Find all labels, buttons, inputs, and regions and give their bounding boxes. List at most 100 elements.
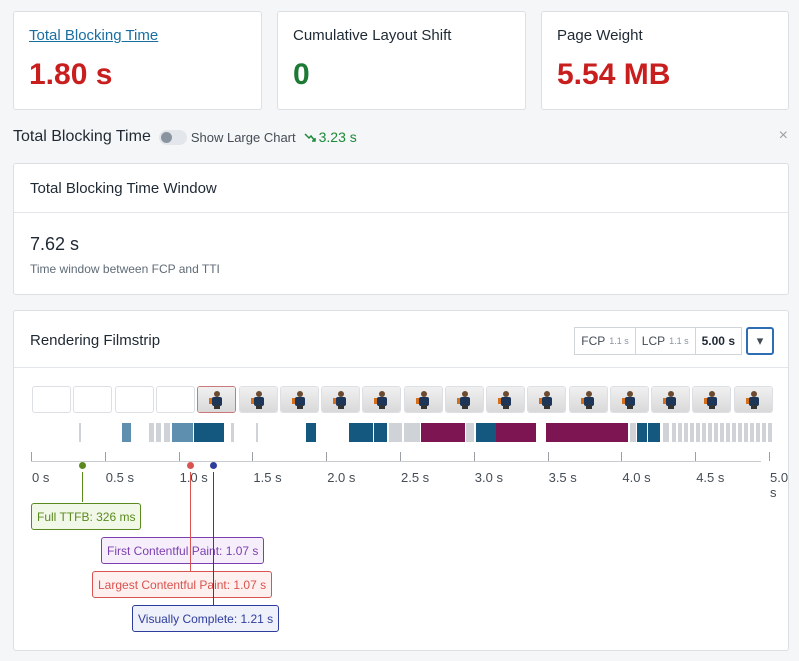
marker-line bbox=[190, 472, 191, 573]
window-value: 7.62 s bbox=[30, 234, 80, 254]
filmstrip-frame[interactable] bbox=[486, 386, 525, 413]
filmstrip-frame[interactable] bbox=[362, 386, 401, 413]
filmstrip-frame[interactable] bbox=[156, 386, 195, 413]
metric-title-link[interactable]: Total Blocking Time bbox=[29, 27, 158, 44]
activity-bar bbox=[476, 423, 496, 442]
card-title: Rendering Filmstrip bbox=[30, 332, 161, 349]
tbt-window-card: Total Blocking Time Window 7.62 s Time w… bbox=[13, 163, 789, 295]
axis-label: 4.0 s bbox=[622, 470, 651, 485]
axis-label: 5.0 s bbox=[770, 470, 789, 500]
fcp-value: 1.1 s bbox=[609, 336, 629, 346]
activity-bar bbox=[732, 423, 736, 442]
timing-marker-label: Full TTFB: 326 ms bbox=[31, 503, 142, 530]
trend-indicator: 3.23 s bbox=[304, 129, 357, 145]
fcp-button[interactable]: FCP 1.1 s bbox=[574, 327, 636, 355]
activity-bar bbox=[496, 423, 536, 442]
activity-bar bbox=[172, 423, 193, 442]
axis-tick bbox=[547, 452, 549, 461]
lcp-button[interactable]: LCP 1.1 s bbox=[635, 327, 696, 355]
person-icon bbox=[622, 391, 636, 409]
filmstrip-frame[interactable] bbox=[280, 386, 319, 413]
person-icon bbox=[663, 391, 677, 409]
activity-bar bbox=[466, 423, 474, 442]
activity-bar bbox=[696, 423, 700, 442]
large-chart-toggle[interactable] bbox=[158, 129, 187, 145]
activity-bar bbox=[684, 423, 688, 442]
activity-bar bbox=[750, 423, 754, 442]
marker-dot bbox=[187, 462, 194, 469]
activity-bar bbox=[164, 423, 170, 442]
person-icon bbox=[292, 391, 306, 409]
activity-bar bbox=[768, 423, 772, 442]
metric-card-page-weight: Page Weight 5.54 MB bbox=[541, 11, 789, 110]
metric-title: Page Weight bbox=[557, 27, 643, 44]
filmstrip-frame[interactable] bbox=[527, 386, 566, 413]
activity-bar bbox=[156, 423, 161, 442]
chevron-down-icon[interactable]: ▾ bbox=[746, 327, 774, 355]
filmstrip-frame[interactable] bbox=[239, 386, 278, 413]
metric-value: 0 bbox=[293, 58, 310, 91]
activity-bar bbox=[546, 423, 628, 442]
activity-bar bbox=[404, 423, 420, 442]
person-icon bbox=[416, 391, 430, 409]
activity-bar bbox=[762, 423, 766, 442]
activity-bar bbox=[702, 423, 706, 442]
filmstrip-frame[interactable] bbox=[32, 386, 71, 413]
activity-bar bbox=[349, 423, 373, 442]
person-icon bbox=[333, 391, 347, 409]
activity-bar bbox=[648, 423, 660, 442]
filmstrip-frame[interactable] bbox=[651, 386, 690, 413]
timing-marker-label: First Contentful Paint: 1.07 s bbox=[101, 537, 265, 564]
marker-line bbox=[82, 472, 83, 502]
person-icon bbox=[251, 391, 265, 409]
filmstrip-card: Rendering Filmstrip FCP 1.1 s LCP 1.1 s 5.… bbox=[13, 310, 789, 651]
timing-controls: FCP 1.1 s LCP 1.1 s 5.00 s ▾ bbox=[574, 327, 774, 355]
activity-bar bbox=[122, 423, 131, 442]
activity-bar bbox=[744, 423, 748, 442]
activity-bar bbox=[714, 423, 718, 442]
card-title: Total Blocking Time Window bbox=[30, 180, 217, 197]
activity-bar bbox=[421, 423, 465, 442]
activity-bar bbox=[256, 423, 258, 442]
filmstrip-frame[interactable] bbox=[321, 386, 360, 413]
metric-title: Cumulative Layout Shift bbox=[293, 27, 452, 44]
axis-tick bbox=[326, 452, 328, 461]
activity-bar bbox=[720, 423, 724, 442]
activity-bar bbox=[194, 423, 224, 442]
axis-label: 0.5 s bbox=[105, 470, 134, 485]
filmstrip-frame[interactable] bbox=[734, 386, 773, 413]
filmstrip-frame[interactable] bbox=[610, 386, 649, 413]
filmstrip-frame[interactable] bbox=[73, 386, 112, 413]
metric-card-tbt: Total Blocking Time 1.80 s bbox=[13, 11, 262, 110]
person-icon bbox=[374, 391, 388, 409]
toggle-knob bbox=[160, 131, 172, 143]
axis-label: 2.5 s bbox=[401, 470, 430, 485]
activity-bar bbox=[708, 423, 712, 442]
activity-bar bbox=[306, 423, 316, 442]
filmstrip-frame[interactable] bbox=[445, 386, 484, 413]
axis-label: 1.5 s bbox=[253, 470, 282, 485]
activity-bar bbox=[630, 423, 636, 442]
axis-label: 3.5 s bbox=[548, 470, 577, 485]
activity-bar bbox=[79, 423, 81, 442]
axis-tick bbox=[473, 452, 475, 461]
person-icon bbox=[209, 391, 223, 409]
person-icon bbox=[581, 391, 595, 409]
marker-line bbox=[213, 472, 214, 605]
trend-down-icon bbox=[304, 132, 316, 142]
activity-bar bbox=[690, 423, 694, 442]
filmstrip-frame[interactable] bbox=[197, 386, 236, 413]
activity-bar bbox=[726, 423, 730, 442]
marker-dot bbox=[210, 462, 217, 469]
close-icon[interactable]: × bbox=[779, 127, 788, 145]
metric-value: 1.80 s bbox=[29, 58, 113, 91]
filmstrip-frame[interactable] bbox=[404, 386, 443, 413]
axis-tick bbox=[769, 452, 770, 461]
activity-bar bbox=[231, 423, 234, 442]
trend-value: 3.23 s bbox=[318, 129, 357, 145]
filmstrip-frame[interactable] bbox=[115, 386, 154, 413]
window-description: Time window between FCP and TTI bbox=[30, 262, 220, 276]
filmstrip-frame[interactable] bbox=[692, 386, 731, 413]
filmstrip-frame[interactable] bbox=[569, 386, 608, 413]
interval-button[interactable]: 5.00 s bbox=[695, 327, 742, 355]
